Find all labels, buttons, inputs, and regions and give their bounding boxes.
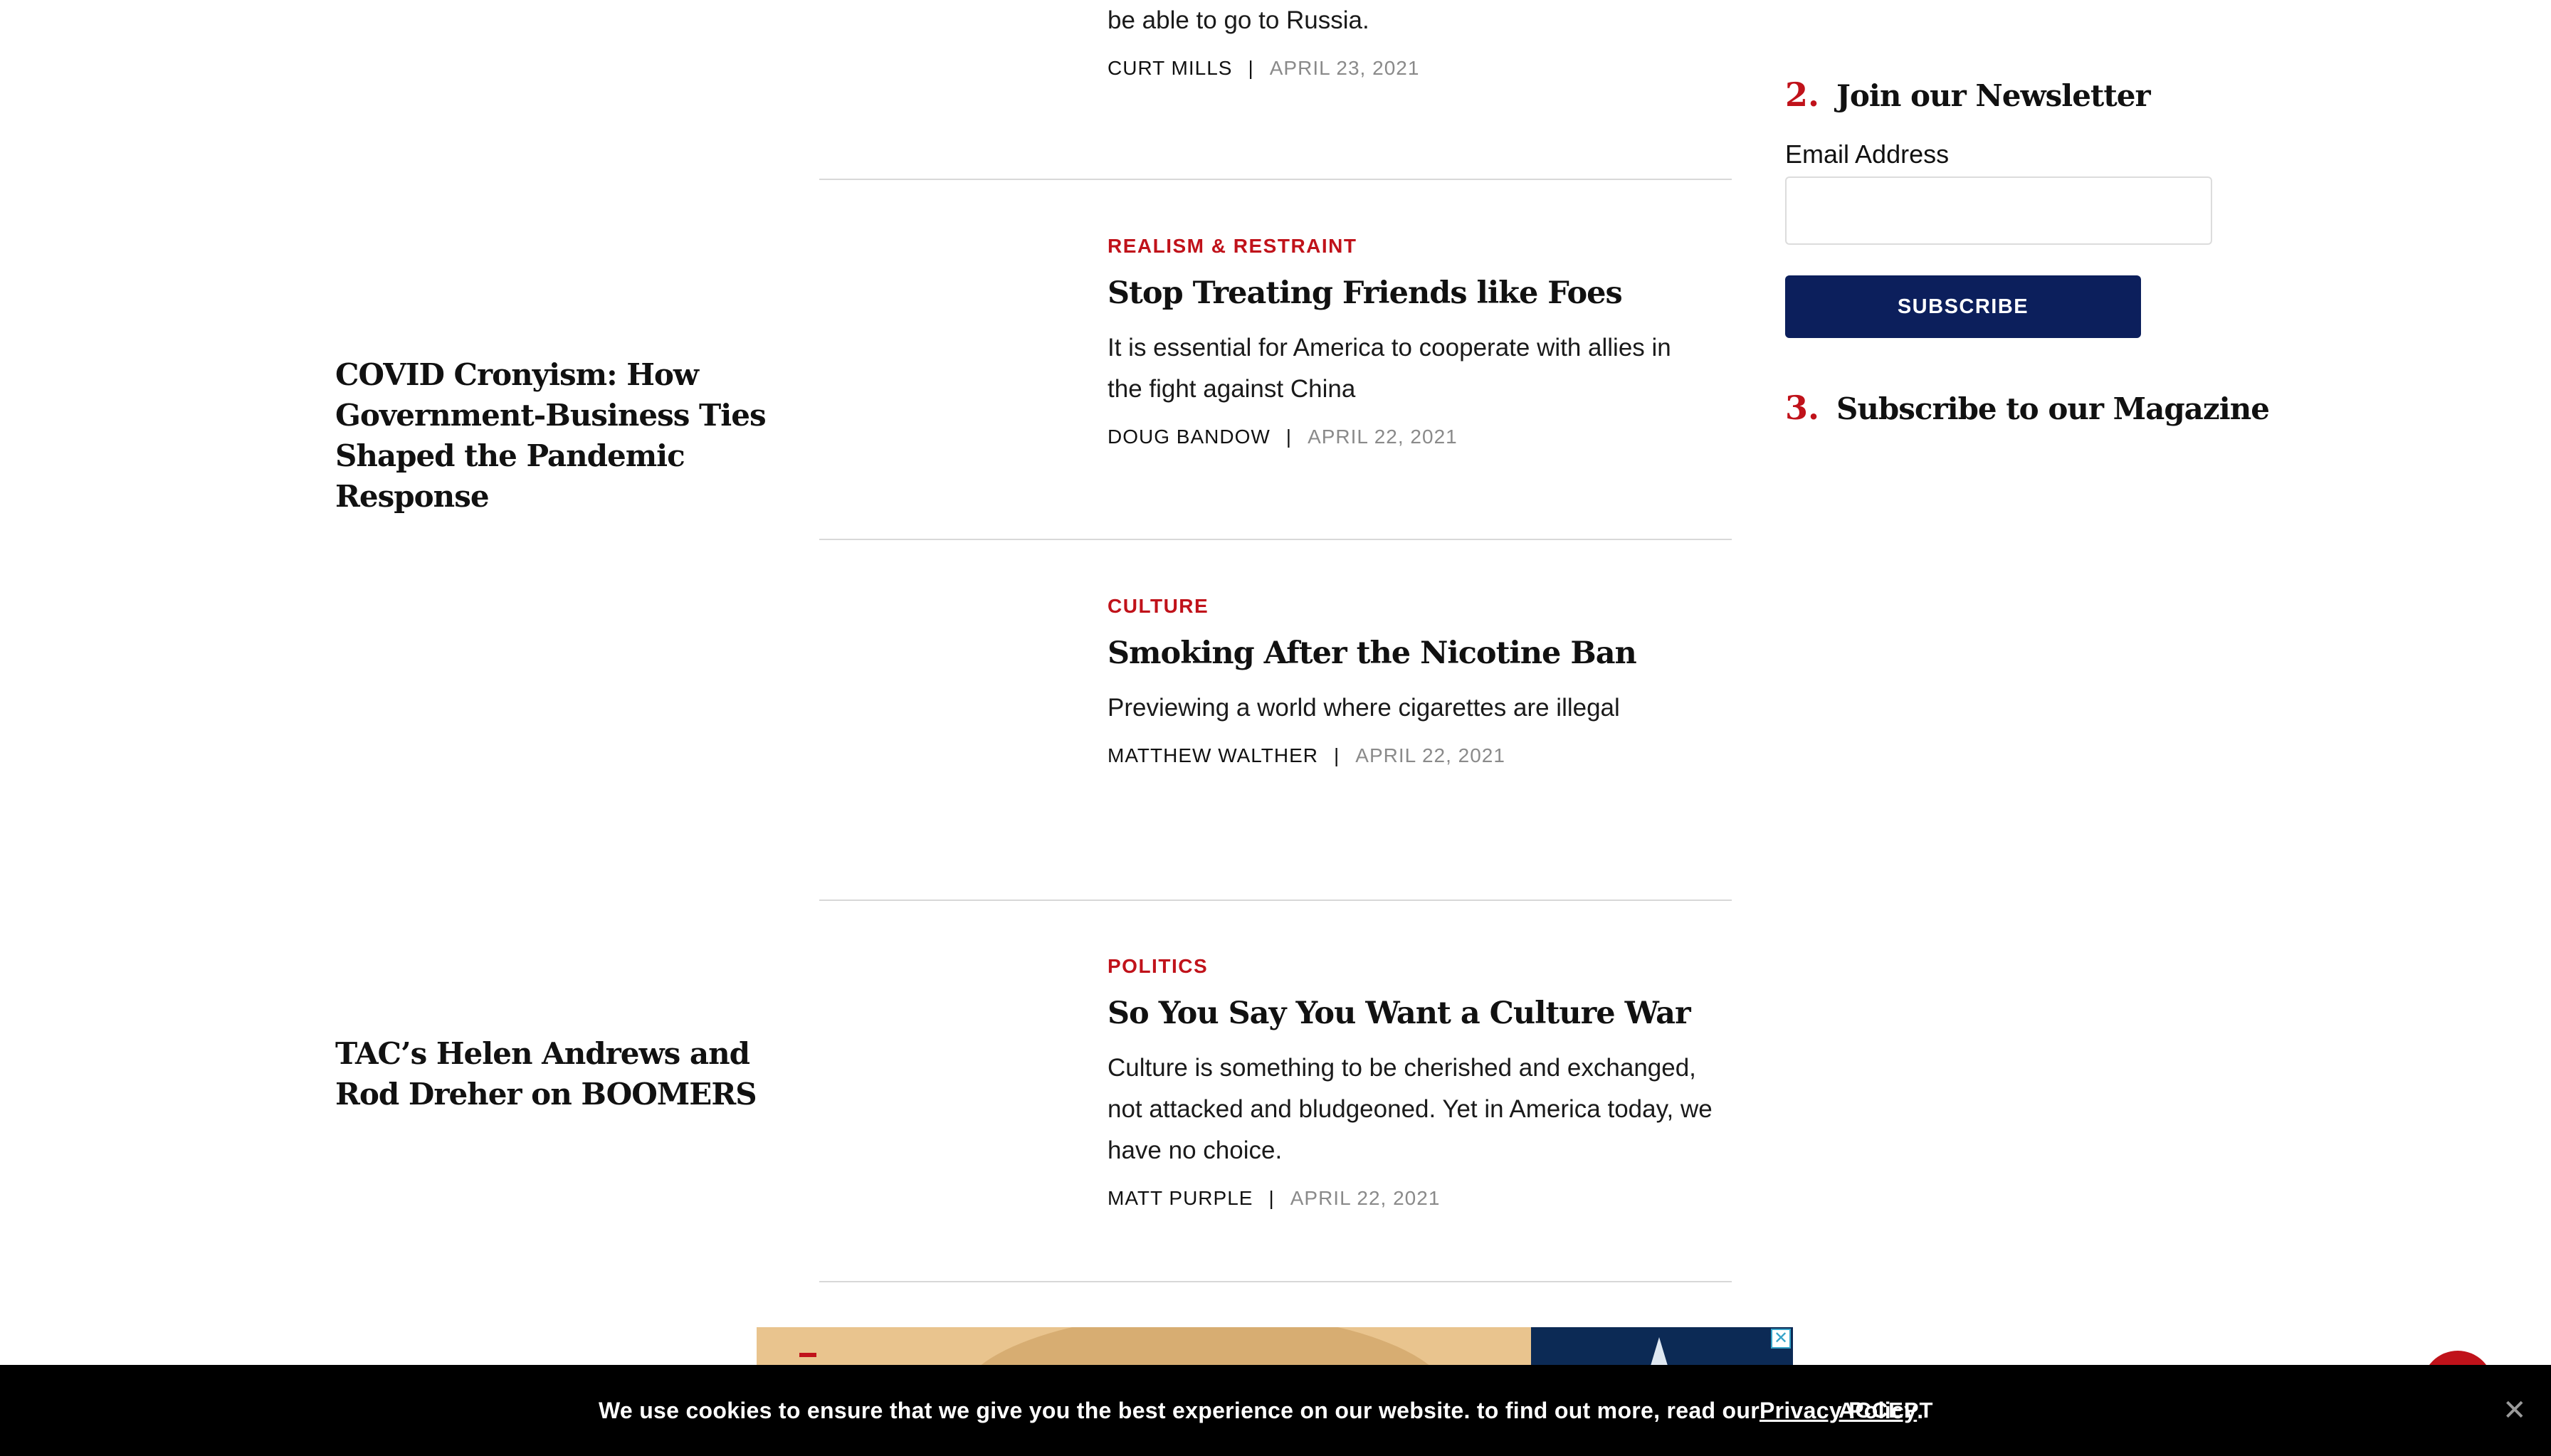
cookie-banner: We use cookies to ensure that we give yo… (0, 1365, 2551, 1456)
cookie-message: We use cookies to ensure that we give yo… (599, 1365, 1923, 1456)
left-story-title[interactable]: COVID Cronyism: How Government-Business … (335, 357, 767, 514)
magazine-heading[interactable]: 3. Subscribe to our Magazine (1785, 389, 2270, 427)
article-date: APRIL 23, 2021 (1269, 57, 1420, 79)
email-input[interactable] (1785, 176, 2212, 245)
accept-cookies-button[interactable]: ACCEPT (1839, 1365, 1933, 1456)
left-story-title[interactable]: TAC’s Helen Andrews and Rod Dreher on BO… (335, 1036, 757, 1112)
category-link[interactable]: POLITICS (1108, 955, 1713, 978)
article-divider (819, 179, 1732, 180)
article-dek: be able to go to Russia. (1108, 6, 1369, 34)
magazine-title[interactable]: Subscribe to our Magazine (1836, 391, 2270, 426)
article-title[interactable]: Smoking After the Nicotine Ban (1108, 633, 1713, 673)
section-number: 3. (1785, 389, 1820, 427)
byline-separator: | (1285, 426, 1293, 448)
email-label: Email Address (1785, 139, 1950, 169)
article-divider (819, 539, 1732, 540)
category-link[interactable]: REALISM & RESTRAINT (1108, 235, 1713, 258)
ad-close-icon[interactable]: ✕ (1771, 1329, 1791, 1349)
article-byline: CURT MILLS | APRIL 23, 2021 (1108, 57, 1713, 80)
article-byline: MATTHEW WALTHER | APRIL 22, 2021 (1108, 744, 1713, 767)
article-byline: DOUG BANDOW | APRIL 22, 2021 (1108, 426, 1713, 448)
newsletter-heading: 2. Join our Newsletter (1785, 75, 2151, 114)
article-date: APRIL 22, 2021 (1290, 1187, 1441, 1209)
author-link[interactable]: DOUG BANDOW (1108, 426, 1271, 448)
article-stop-treating-friends: REALISM & RESTRAINT Stop Treating Friend… (1108, 235, 1713, 448)
article-dek: It is essential for America to cooperate… (1108, 334, 1671, 403)
article-culture-war: POLITICS So You Say You Want a Culture W… (1108, 955, 1713, 1210)
author-link[interactable]: CURT MILLS (1108, 57, 1232, 80)
subscribe-button[interactable]: SUBSCRIBE (1785, 275, 2141, 338)
article-divider (819, 900, 1732, 901)
article-smoking-nicotine-ban: CULTURE Smoking After the Nicotine Ban P… (1108, 595, 1713, 767)
author-link[interactable]: MATTHEW WALTHER (1108, 744, 1318, 767)
byline-separator: | (1248, 57, 1254, 79)
article-date: APRIL 22, 2021 (1308, 426, 1458, 448)
left-story-boomers[interactable]: TAC’s Helen Andrews and Rod Dreher on BO… (335, 1033, 777, 1114)
section-number: 2. (1785, 75, 1820, 114)
article-title[interactable]: Stop Treating Friends like Foes (1108, 273, 1713, 313)
category-link[interactable]: CULTURE (1108, 595, 1713, 618)
article-date: APRIL 22, 2021 (1355, 744, 1505, 766)
close-icon[interactable]: ✕ (2503, 1365, 2527, 1456)
article-dek: Culture is something to be cherished and… (1108, 1054, 1713, 1164)
article-byline: MATT PURPLE | APRIL 22, 2021 (1108, 1187, 1713, 1210)
left-story-covid-cronyism[interactable]: COVID Cronyism: How Government-Business … (335, 354, 777, 517)
byline-separator: | (1268, 1187, 1275, 1209)
article-divider (819, 1281, 1732, 1282)
cookie-message-text: We use cookies to ensure that we give yo… (599, 1397, 1760, 1423)
article-curt-mills: be able to go to Russia. CURT MILLS | AP… (1108, 4, 1713, 80)
ad-logo-mark (799, 1353, 816, 1357)
article-dek: Previewing a world where cigarettes are … (1108, 694, 1620, 722)
byline-separator: | (1334, 744, 1340, 766)
article-title[interactable]: So You Say You Want a Culture War (1108, 993, 1713, 1033)
newsletter-title: Join our Newsletter (1836, 78, 2151, 113)
author-link[interactable]: MATT PURPLE (1108, 1187, 1253, 1210)
